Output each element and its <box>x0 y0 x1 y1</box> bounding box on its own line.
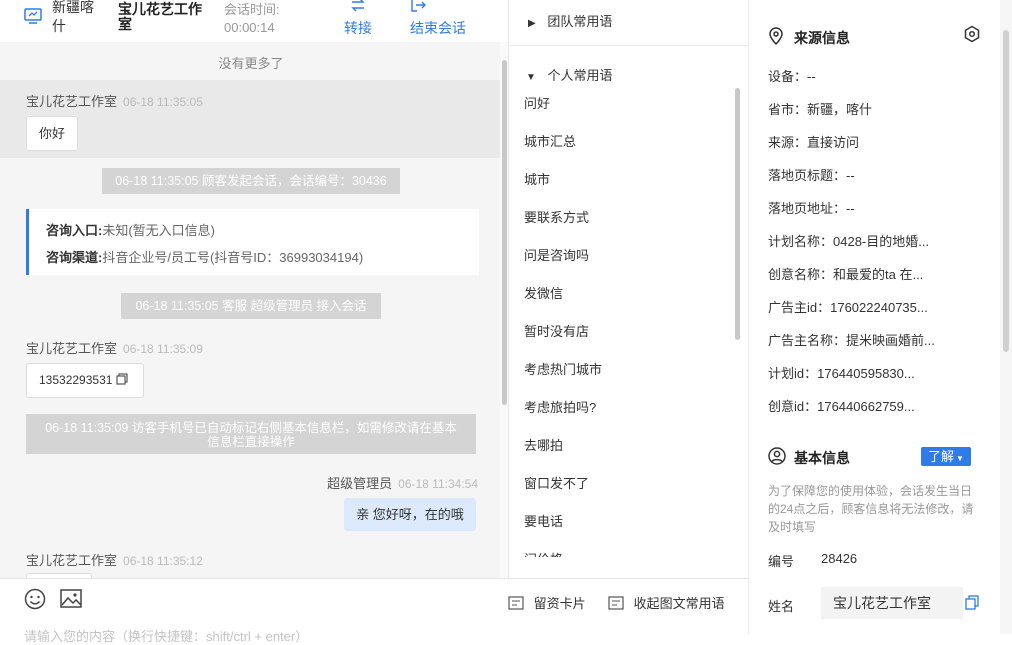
basic-info-note: 为了保障您的使用体验，会话发生当日 的24点之后，顾客信息将无法修改，请 及时填… <box>768 484 974 534</box>
divider <box>508 45 748 46</box>
no-more-text: 没有更多了 <box>218 56 284 71</box>
personal-phrases-label: 个人常用语 <box>547 68 613 83</box>
message-sender: 宝儿花艺工作室 06-18 11:35:12 <box>26 553 203 568</box>
system-message: 06-18 11:35:09 访客手机号已自动标记右侧基本信息栏，如需修改请在基… <box>26 414 476 454</box>
phrase-item[interactable]: 考虑旅拍吗? <box>524 397 596 416</box>
channel-key: 咨询渠道: <box>46 250 103 265</box>
phrase-item[interactable]: 城市 <box>524 169 550 188</box>
transfer-icon <box>351 0 365 12</box>
chat-header: 新疆喀什 宝儿花艺工作室 会话时间: 00:00:14 转接 结束会话 <box>0 0 508 43</box>
id-value: 28426 <box>821 551 858 566</box>
message-sender: 超级管理员 06-18 11:34:54 <box>327 476 478 491</box>
phrase-item[interactable]: 要联系方式 <box>524 207 589 226</box>
caret-down-icon: ▼ <box>526 72 536 83</box>
copy-icon[interactable] <box>965 595 979 610</box>
source-info-row: 计划名称：0428-目的地婚... <box>768 234 930 249</box>
source-info-row: 广告主名称：提米映画婚前... <box>768 333 935 348</box>
phrase-item[interactable]: 要电话 <box>524 511 563 530</box>
phrase-item[interactable]: 窗口发不了 <box>524 473 589 492</box>
channel-value: 抖音企业号/员工号(抖音号ID：36993034194) <box>102 250 364 265</box>
location-icon <box>769 27 783 45</box>
dropdown-arrow-icon: ▼ <box>956 454 964 463</box>
source-info-row: 计划id：176440595830... <box>768 366 915 381</box>
emoji-icon[interactable] <box>24 588 46 610</box>
message-time: 06-18 11:34:54 <box>398 477 478 491</box>
phrase-item[interactable]: 问价格 <box>524 549 563 557</box>
basic-info-title: 基本信息 <box>794 450 850 466</box>
agent-message-bubble: 亲 您好呀，在的哦 <box>344 498 476 531</box>
session-time-value: 00:00:14 <box>224 20 275 35</box>
message-bubble: 13532293531 <box>26 363 144 398</box>
message-time: 06-18 11:35:05 <box>123 95 203 109</box>
entry-key: 咨询入口: <box>46 223 103 238</box>
source-info-title: 来源信息 <box>794 30 850 46</box>
message-sender: 宝儿花艺工作室 06-18 11:35:09 <box>26 341 203 356</box>
settings-icon[interactable] <box>963 25 981 43</box>
team-phrases-toggle[interactable]: ▶ 团队常用语 <box>528 11 612 30</box>
info-scroll-thumb[interactable] <box>1003 30 1009 352</box>
personal-phrases-toggle[interactable]: ▼ 个人常用语 <box>526 65 613 84</box>
message-time: 06-18 11:35:12 <box>123 554 203 568</box>
image-icon[interactable] <box>60 589 82 608</box>
customer-info-panel <box>748 0 1001 634</box>
collapse-phrases-label: 收起图文常用语 <box>633 596 725 611</box>
phrase-item[interactable]: 暂时没有店 <box>524 321 589 340</box>
input-bar: 留资卡片 收起图文常用语 请输入您的内容（换行快捷键：shift/ctrl + … <box>0 578 748 644</box>
lead-card-label: 留资卡片 <box>533 596 586 611</box>
monitor-icon <box>24 8 42 24</box>
phrase-item[interactable]: 发微信 <box>524 283 563 302</box>
source-info-row: 设备：-- <box>768 69 816 84</box>
user-icon <box>768 447 786 465</box>
source-info-row: 创意id：176440662759... <box>768 399 915 414</box>
source-info-row: 广告主id：176022240735... <box>768 300 928 315</box>
transfer-button[interactable]: 转接 <box>340 0 376 38</box>
lead-card-button[interactable]: 留资卡片 <box>508 593 586 612</box>
entry-value: 未知(暂无入口信息) <box>102 223 216 238</box>
end-session-label: 结束会话 <box>410 20 466 36</box>
customer-name: 宝儿花艺工作室 <box>118 1 202 32</box>
chat-scroll-thumb[interactable] <box>502 60 507 405</box>
source-info-row: 落地页标题：-- <box>768 168 855 183</box>
copy-icon[interactable] <box>116 373 128 385</box>
message-time: 06-18 11:35:09 <box>123 342 203 356</box>
system-message: 06-18 11:35:05 客服 超级管理员 接入会话 <box>121 293 381 319</box>
phrase-item[interactable]: 去哪拍 <box>524 435 563 454</box>
learn-more-button[interactable]: 了解 ▼ <box>921 447 971 466</box>
id-label: 编号 <box>768 554 795 569</box>
customer-location: 新疆喀什 <box>52 0 94 34</box>
source-info-row: 创意名称：和最爱的ta 在... <box>768 267 924 282</box>
collapse-phrases-button[interactable]: 收起图文常用语 <box>608 593 725 612</box>
name-field[interactable]: 宝儿花艺工作室 <box>821 587 963 619</box>
source-info-row: 落地页地址：-- <box>768 201 855 216</box>
phrases-scroll-thumb[interactable] <box>735 88 740 340</box>
phrase-item[interactable]: 考虑热门城市 <box>524 359 602 378</box>
end-session-button[interactable]: 结束会话 <box>410 0 468 38</box>
session-time-label: 会话时间: <box>224 2 280 17</box>
message-sender: 宝儿花艺工作室 06-18 11:35:05 <box>26 94 203 109</box>
message-icon <box>608 596 624 610</box>
message-input-placeholder[interactable]: 请输入您的内容（换行快捷键：shift/ctrl + enter） <box>24 626 308 645</box>
consult-info-card: 咨询入口:未知(暂无入口信息) 咨询渠道:抖音企业号/员工号(抖音号ID：369… <box>26 209 479 275</box>
caret-right-icon: ▶ <box>528 18 536 29</box>
team-phrases-label: 团队常用语 <box>547 14 613 29</box>
source-info-row: 来源：直接访问 <box>768 135 860 150</box>
message-bubble: 你好 <box>26 116 78 151</box>
phrase-item[interactable]: 城市汇总 <box>524 131 576 150</box>
exit-icon <box>411 0 426 12</box>
transfer-label: 转接 <box>344 20 372 36</box>
card-icon <box>508 596 524 610</box>
phrase-item[interactable]: 问是咨询吗 <box>524 245 589 264</box>
system-message: 06-18 11:35:05 顾客发起会话，会话编号：30436 <box>102 168 400 194</box>
phrase-item[interactable]: 问好 <box>524 93 550 112</box>
name-label: 姓名 <box>768 599 795 614</box>
source-info-row: 省市：新疆，喀什 <box>768 102 873 117</box>
